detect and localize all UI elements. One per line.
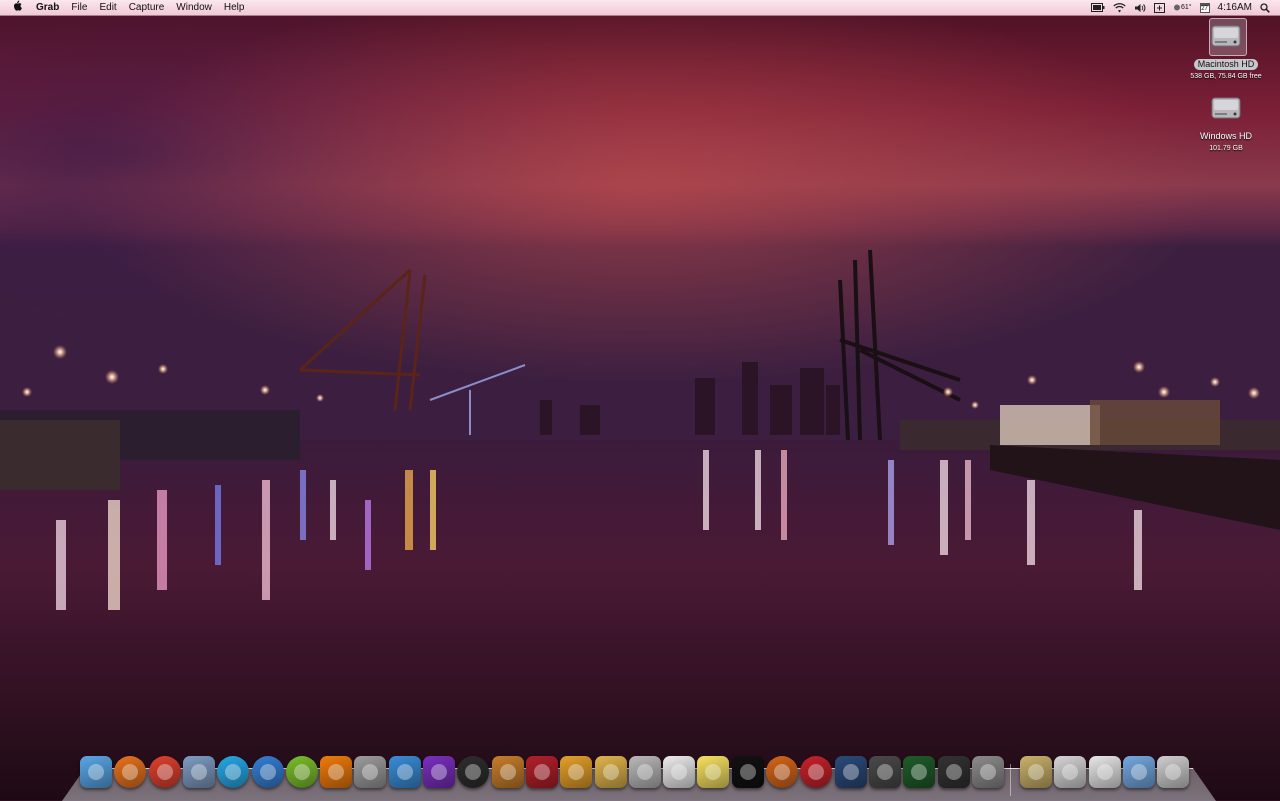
preview-icon[interactable] <box>182 756 215 788</box>
textedit-icon[interactable] <box>663 756 696 788</box>
calendar-day: 27 <box>1199 2 1210 13</box>
dock-separator <box>1010 764 1012 796</box>
spotify-icon[interactable] <box>285 756 318 788</box>
app-menu-grab[interactable]: Grab <box>30 0 65 15</box>
trash-icon[interactable] <box>1157 756 1190 788</box>
batman-icon[interactable] <box>731 756 764 788</box>
gear-icon[interactable] <box>971 756 1004 788</box>
tesla-icon[interactable] <box>868 756 901 788</box>
hard-drive-icon <box>1209 90 1243 124</box>
drive-name: Macintosh HD <box>1193 59 1259 70</box>
drive-info: 101.79 GB <box>1209 145 1243 152</box>
temperature-value: 61° <box>1180 4 1192 11</box>
racing-icon[interactable] <box>834 756 867 788</box>
iphoto-icon[interactable] <box>560 756 593 788</box>
photo-booth-icon[interactable] <box>525 756 558 788</box>
menu-edit[interactable]: Edit <box>93 0 122 15</box>
menu-help[interactable]: Help <box>218 0 251 15</box>
paintbrush-icon[interactable] <box>594 756 627 788</box>
menu-capture[interactable]: Capture <box>123 0 171 15</box>
menu-file[interactable]: File <box>65 0 93 15</box>
battery-icon[interactable] <box>1087 3 1109 12</box>
drive-name: Windows HD <box>1199 131 1252 141</box>
volume-icon[interactable] <box>1130 3 1150 13</box>
cmr-icon[interactable] <box>800 756 833 788</box>
chrome-icon[interactable] <box>148 756 181 788</box>
document-icon[interactable] <box>1088 756 1121 788</box>
piano-icon[interactable] <box>937 756 970 788</box>
skype-icon[interactable] <box>217 756 250 788</box>
desktop-icon-macintosh-hd[interactable]: Macintosh HD 538 GB, 75.84 GB free <box>1171 18 1280 81</box>
folder-icon[interactable] <box>1123 756 1155 788</box>
itunes-icon[interactable] <box>251 756 284 788</box>
desktop-icon-windows-hd[interactable]: Windows HD 101.79 GB <box>1171 90 1280 153</box>
broom-icon[interactable] <box>388 756 421 788</box>
menu-window[interactable]: Window <box>170 0 218 15</box>
wifi-icon[interactable] <box>1109 2 1130 13</box>
menu-bar: Grab File Edit Capture Window Help 61° 2… <box>0 0 1280 16</box>
script-icon[interactable] <box>628 756 661 788</box>
archive-icon[interactable] <box>1020 756 1053 788</box>
apple-icon[interactable] <box>0 0 30 16</box>
temperature-readout[interactable]: 61° <box>1169 0 1196 15</box>
spotlight-search-icon[interactable] <box>1256 2 1274 13</box>
dock <box>78 754 1208 796</box>
installer-icon[interactable] <box>354 756 387 788</box>
firefox-icon[interactable] <box>114 756 147 788</box>
time-machine-icon[interactable] <box>1150 2 1169 13</box>
hard-drive-icon <box>1209 18 1243 52</box>
game-ball-icon[interactable] <box>766 756 798 788</box>
guitar-icon[interactable] <box>491 756 524 788</box>
globe-icon[interactable] <box>457 756 490 788</box>
clock[interactable]: 4:16AM <box>1214 0 1256 15</box>
game-3-icon[interactable] <box>423 756 455 788</box>
drive-info: 538 GB, 75.84 GB free <box>1190 73 1262 80</box>
vlc-icon[interactable] <box>320 756 353 788</box>
desktop-wallpaper <box>0 0 1280 800</box>
monitor-doc-icon[interactable] <box>1054 756 1087 788</box>
activity-monitor-icon[interactable] <box>903 756 936 788</box>
stickies-icon[interactable] <box>697 756 730 788</box>
finder-icon[interactable] <box>80 756 112 788</box>
calendar-icon[interactable]: 27 <box>1196 2 1214 13</box>
